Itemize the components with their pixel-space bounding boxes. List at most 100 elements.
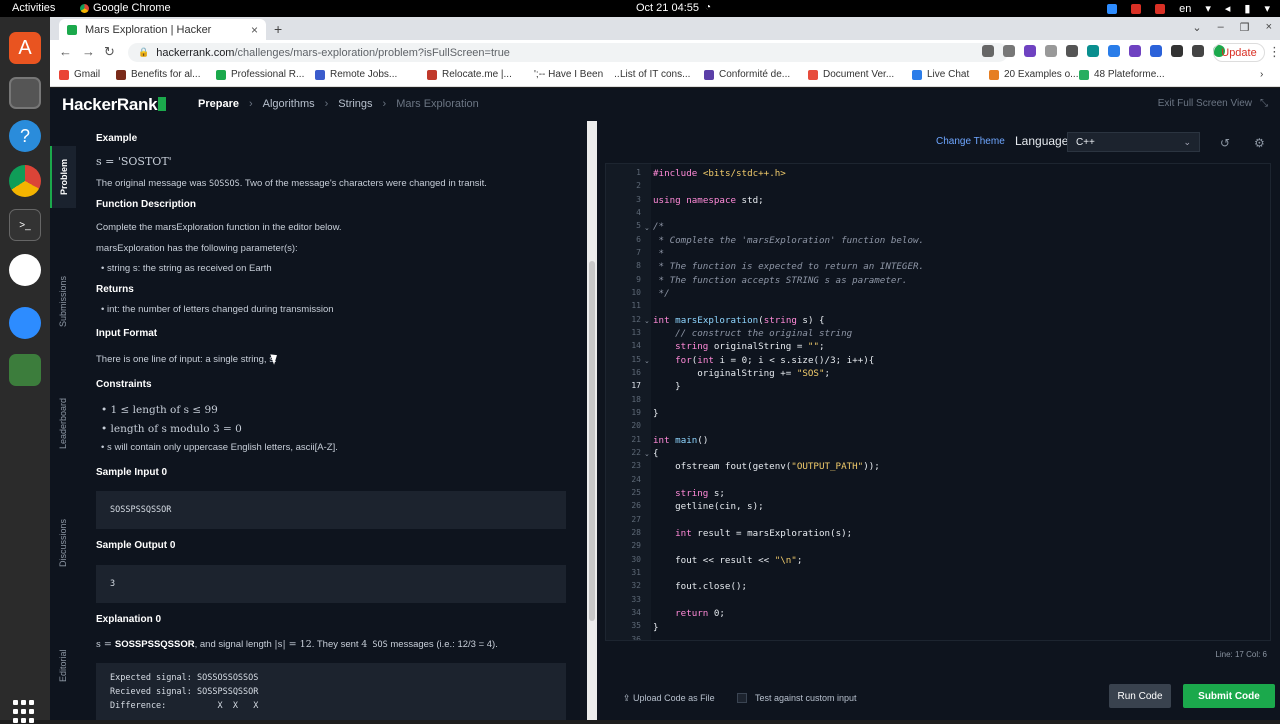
bookmark-item[interactable]: Remote Jobs... bbox=[315, 69, 397, 80]
explanation-code-box[interactable]: Expected signal: SOSSOSSOSSOS Recieved s… bbox=[96, 663, 566, 720]
bookmark-item[interactable]: Gmail bbox=[59, 69, 100, 80]
extension-icon-4[interactable] bbox=[1087, 45, 1099, 57]
back-icon[interactable]: ← bbox=[59, 44, 72, 59]
problem-statement: Example s = 'SOSTOT' The original messag… bbox=[76, 121, 587, 720]
bookmark-item[interactable]: List of IT cons... bbox=[605, 69, 690, 80]
bookmark-item[interactable]: 48 Plateforme... bbox=[1079, 69, 1165, 80]
new-tab-icon[interactable]: + bbox=[274, 21, 282, 37]
system-tray[interactable]: en ▾ ◂ ▮ ▾ bbox=[1107, 2, 1270, 15]
bookmark-favicon-icon bbox=[704, 69, 714, 80]
extension-icon-5[interactable] bbox=[1108, 45, 1120, 57]
run-code-button[interactable]: Run Code bbox=[1109, 684, 1171, 708]
hackerrank-logo[interactable]: HackerRank bbox=[62, 95, 167, 115]
line-number: 28 bbox=[631, 527, 641, 537]
zoom-icon[interactable] bbox=[9, 307, 41, 339]
share-icon[interactable] bbox=[982, 45, 994, 57]
help-icon[interactable]: ? bbox=[9, 120, 41, 152]
fold-arrow-icon[interactable]: ⌄ bbox=[644, 317, 650, 325]
tab-leaderboard[interactable]: Leaderboard bbox=[50, 383, 76, 463]
code-editor[interactable]: 1 2 3 4 5 6 7 8 9 10 11 12 13 14 15 16 17 18 19 20 21 22 23 24 2… bbox=[605, 163, 1271, 641]
bookmark-label: Live Chat bbox=[927, 69, 970, 80]
locale-indicator[interactable]: en bbox=[1179, 3, 1191, 15]
files-icon[interactable] bbox=[9, 77, 41, 109]
original-message-text: The original message was SOSSOS. Two of … bbox=[96, 178, 487, 189]
extension-icon-7[interactable] bbox=[1150, 45, 1162, 57]
settings-icon[interactable]: ⚙ bbox=[1254, 136, 1265, 150]
notification-icon: ◔ bbox=[705, 2, 712, 13]
bookmark-item[interactable]: Conformité de... bbox=[704, 69, 790, 80]
chrome-dock-icon[interactable] bbox=[9, 165, 41, 197]
slack-icon[interactable] bbox=[9, 254, 41, 286]
close-window-icon[interactable]: × bbox=[1266, 21, 1272, 34]
line-number: 9 bbox=[636, 274, 641, 284]
code-line: for(int i = 0; i < s.size()/3; i++){ bbox=[675, 355, 875, 366]
clock[interactable]: Oct 21 04:55 bbox=[636, 2, 699, 14]
language-select[interactable]: C++ ⌄ bbox=[1067, 132, 1200, 152]
tab-editorial[interactable]: Editorial bbox=[50, 631, 76, 701]
bookmark-item[interactable]: Professional R... bbox=[216, 69, 304, 80]
line-number: 7 bbox=[636, 247, 641, 257]
problem-scrollbar[interactable] bbox=[587, 121, 597, 720]
sample-output-box[interactable]: 3 bbox=[96, 565, 566, 603]
bookmark-star-icon[interactable] bbox=[1003, 45, 1015, 57]
tab-problem[interactable]: Problem bbox=[50, 146, 76, 208]
extension-icon-2[interactable] bbox=[1045, 45, 1057, 57]
minimize-icon[interactable]: – bbox=[1218, 21, 1224, 34]
bookmark-item[interactable]: Benefits for al... bbox=[116, 69, 200, 80]
activities-button[interactable]: Activities bbox=[12, 2, 55, 14]
address-bar[interactable]: 🔒 hackerrank.com/challenges/mars-explora… bbox=[128, 43, 1008, 62]
scrollbar-thumb[interactable] bbox=[589, 261, 595, 621]
tab-mars-exploration[interactable]: Mars Exploration | Hacker × bbox=[59, 19, 266, 40]
submit-code-button[interactable]: Submit Code bbox=[1183, 684, 1275, 708]
bookmark-item[interactable]: Document Ver... bbox=[808, 69, 894, 80]
exit-fullscreen-link[interactable]: Exit Full Screen View ⤡ bbox=[1158, 98, 1268, 109]
change-theme-link[interactable]: Change Theme bbox=[936, 136, 1005, 147]
breadcrumb-algorithms[interactable]: Algorithms bbox=[263, 98, 315, 110]
fold-arrow-icon[interactable]: ⌄ bbox=[644, 450, 650, 458]
recorder-tray-icon bbox=[1155, 3, 1166, 14]
chrome-menu-icon[interactable]: ⋮ bbox=[1268, 44, 1280, 60]
restore-icon[interactable]: ❐ bbox=[1240, 21, 1250, 34]
tab-search-icon[interactable]: ⌄ bbox=[1192, 21, 1201, 34]
custom-input-checkbox[interactable] bbox=[737, 693, 747, 703]
code-line: fout << result << "\n"; bbox=[653, 555, 803, 566]
history-icon[interactable]: ↺ bbox=[1220, 136, 1230, 150]
extensions-puzzle-icon[interactable] bbox=[1171, 45, 1183, 57]
breadcrumb-prepare[interactable]: Prepare bbox=[198, 98, 239, 110]
code-line: originalString += "SOS"; bbox=[653, 368, 831, 379]
breadcrumb-strings[interactable]: Strings bbox=[338, 98, 372, 110]
app-store-icon[interactable]: A bbox=[9, 32, 41, 64]
bookmark-item[interactable]: Live Chat bbox=[912, 69, 969, 80]
bookmark-label: Remote Jobs... bbox=[330, 69, 398, 80]
app-menu[interactable]: Google Chrome bbox=[80, 2, 171, 14]
bookmark-item[interactable]: 20 Examples o... bbox=[989, 69, 1078, 80]
wifi-icon: ▾ bbox=[1205, 3, 1211, 15]
recycle-icon[interactable] bbox=[9, 354, 41, 386]
terminal-icon[interactable]: >_ bbox=[9, 209, 41, 241]
function-description-text: Complete the marsExploration function in… bbox=[96, 222, 342, 233]
bookmark-item[interactable]: Relocate.me |... bbox=[427, 69, 512, 80]
zoom-tray-icon bbox=[1107, 3, 1118, 14]
tab-discussions[interactable]: Discussions bbox=[50, 503, 76, 583]
update-button[interactable]: Update bbox=[1213, 43, 1265, 62]
dock: A ? >_ bbox=[0, 17, 50, 723]
fold-arrow-icon[interactable]: ⌄ bbox=[644, 224, 650, 232]
code-line: * Complete the 'marsExploration' functio… bbox=[653, 235, 925, 246]
extension-icon-6[interactable] bbox=[1129, 45, 1141, 57]
fold-arrow-icon[interactable]: ⌄ bbox=[644, 357, 650, 365]
close-tab-icon[interactable]: × bbox=[251, 23, 258, 37]
upload-code-link[interactable]: ⇪ Upload Code as File bbox=[623, 693, 715, 704]
tab-submissions[interactable]: Submissions bbox=[50, 261, 76, 341]
bookmark-label: 20 Examples o... bbox=[1004, 69, 1079, 80]
forward-icon[interactable]: → bbox=[82, 44, 95, 59]
more-bookmarks-icon[interactable]: › bbox=[1260, 69, 1263, 80]
side-panel-icon[interactable] bbox=[1192, 45, 1204, 57]
extension-fx-icon[interactable] bbox=[1024, 45, 1036, 57]
show-apps-icon[interactable] bbox=[13, 700, 37, 724]
bookmark-favicon-icon bbox=[216, 69, 226, 80]
reload-icon[interactable]: ↻ bbox=[104, 44, 115, 60]
extension-icon-3[interactable] bbox=[1066, 45, 1078, 57]
sample-input-box[interactable]: SOSSPSSQSSOR bbox=[96, 491, 566, 529]
custom-input-toggle[interactable]: Test against custom input bbox=[737, 693, 857, 703]
constraint-2: • length of s modulo 3 = 0 bbox=[101, 423, 242, 435]
